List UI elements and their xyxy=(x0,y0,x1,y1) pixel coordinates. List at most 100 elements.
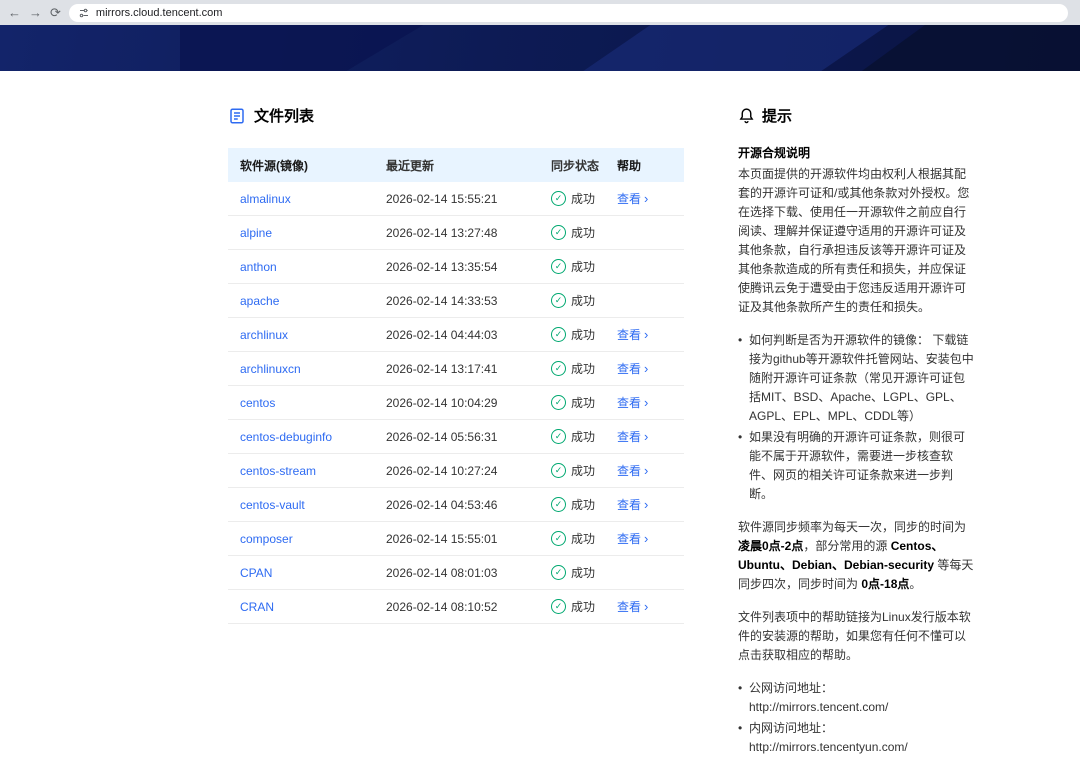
status-label: 成功 xyxy=(571,294,596,308)
chevron-right-icon: › xyxy=(644,191,649,206)
status-label: 成功 xyxy=(571,498,596,512)
tips-text: 。 xyxy=(909,577,922,591)
help-link-label: 查看 xyxy=(617,430,642,444)
table-row: composer 2026-02-14 15:55:01 ✓ 成功 查看 › xyxy=(228,522,684,556)
row-updated: 2026-02-14 15:55:21 xyxy=(386,191,498,206)
table-row: centos 2026-02-14 10:04:29 ✓ 成功 查看 › xyxy=(228,386,684,420)
help-link-label: 查看 xyxy=(617,532,642,546)
tune-icon[interactable] xyxy=(78,7,90,19)
table-row: archlinuxcn 2026-02-14 13:17:41 ✓ 成功 查看 › xyxy=(228,352,684,386)
help-link[interactable]: 查看 › xyxy=(617,496,648,513)
tips-heading: 开源合规说明 xyxy=(738,146,811,160)
forward-button[interactable]: → xyxy=(29,6,42,19)
tips-bullet: 如何判断是否为开源软件的镜像： 下载链接为github等开源软件托管网站、安装包… xyxy=(738,331,974,426)
chevron-right-icon: › xyxy=(644,531,649,546)
status-label: 成功 xyxy=(571,192,596,206)
tips-title-label: 提示 xyxy=(762,108,793,125)
success-icon: ✓ xyxy=(551,327,566,342)
row-updated: 2026-02-14 14:33:53 xyxy=(386,293,498,308)
column-header-status: 同步状态 xyxy=(551,158,600,173)
mirror-link[interactable]: alpine xyxy=(240,226,272,240)
chevron-right-icon: › xyxy=(644,327,649,342)
success-icon: ✓ xyxy=(551,293,566,308)
success-icon: ✓ xyxy=(551,259,566,274)
success-icon: ✓ xyxy=(551,225,566,240)
chevron-right-icon: › xyxy=(644,599,649,614)
mirror-link[interactable]: anthon xyxy=(240,260,277,274)
row-updated: 2026-02-14 15:55:01 xyxy=(386,531,498,546)
address-bar[interactable]: mirrors.cloud.tencent.com xyxy=(68,3,1068,22)
tips-section: 提示 开源合规说明 本页面提供的开源软件均由权利人根据其配套的开源许可证和/或其他… xyxy=(738,105,974,771)
table-row: anthon 2026-02-14 13:35:54 ✓ 成功 › xyxy=(228,250,684,284)
status-label: 成功 xyxy=(571,464,596,478)
chevron-right-icon: › xyxy=(644,429,649,444)
row-updated: 2026-02-14 04:44:03 xyxy=(386,327,498,342)
mirror-link[interactable]: apache xyxy=(240,294,279,308)
success-icon: ✓ xyxy=(551,191,566,206)
mirror-link[interactable]: centos-stream xyxy=(240,464,316,478)
mirror-link[interactable]: centos xyxy=(240,396,275,410)
tips-text: 凌晨0点-2点 xyxy=(738,539,804,553)
help-link[interactable]: 查看 › xyxy=(617,530,648,547)
success-icon: ✓ xyxy=(551,565,566,580)
status-label: 成功 xyxy=(571,226,596,240)
row-updated: 2026-02-14 08:10:52 xyxy=(386,599,498,614)
mirror-link[interactable]: CRAN xyxy=(240,600,274,614)
row-updated: 2026-02-14 13:27:48 xyxy=(386,225,498,240)
row-updated: 2026-02-14 13:17:41 xyxy=(386,361,498,376)
row-updated: 2026-02-14 04:53:46 xyxy=(386,497,498,512)
status-label: 成功 xyxy=(571,362,596,376)
tips-text: 文件列表项中的帮助链接为Linux发行版本软件的安装源的帮助，如果您有任何不懂可… xyxy=(738,610,971,662)
help-link[interactable]: 查看 › xyxy=(617,360,648,377)
reload-button[interactable]: ⟳ xyxy=(50,6,61,19)
mirror-link[interactable]: centos-debuginfo xyxy=(240,430,332,444)
tips-text: 软件源同步频率为每天一次，同步的时间为 xyxy=(738,520,967,534)
success-icon: ✓ xyxy=(551,429,566,444)
help-link[interactable]: 查看 › xyxy=(617,598,648,615)
mirror-link[interactable]: centos-vault xyxy=(240,498,305,512)
tips-bullet: 如果没有明确的开源许可证条款，则很可能不属于开源软件，需要进一步核查软件、网页的… xyxy=(738,428,974,504)
help-link-label: 查看 xyxy=(617,328,642,342)
success-icon: ✓ xyxy=(551,361,566,376)
success-icon: ✓ xyxy=(551,531,566,546)
tips-text: 0点-18点 xyxy=(861,577,910,591)
tips-text: 如何判断是否为开源软件的镜像： 下载链接为github等开源软件托管网站、安装包… xyxy=(749,333,974,423)
help-link-label: 查看 xyxy=(617,464,642,478)
tips-paragraph: 文件列表项中的帮助链接为Linux发行版本软件的安装源的帮助，如果您有任何不懂可… xyxy=(738,608,974,665)
tips-bullet: 公网访问地址： http://mirrors.tencent.com/ xyxy=(738,679,974,717)
file-list-title-label: 文件列表 xyxy=(254,108,315,125)
tips-bullet: 内网访问地址： http://mirrors.tencentyun.com/ xyxy=(738,719,974,757)
file-list-section: 文件列表 软件源(镜像) 最近更新 同步状态 帮助 almalinux 2026… xyxy=(228,105,684,771)
status-label: 成功 xyxy=(571,260,596,274)
mirror-link[interactable]: almalinux xyxy=(240,192,291,206)
tips-text: http://mirrors.tencent.com/ xyxy=(749,700,889,714)
chevron-right-icon: › xyxy=(644,361,649,376)
row-updated: 2026-02-14 05:56:31 xyxy=(386,429,498,444)
browser-chrome: ← → ⟳ mirrors.cloud.tencent.com xyxy=(0,0,1080,25)
mirror-link[interactable]: CPAN xyxy=(240,566,272,580)
mirror-table: 软件源(镜像) 最近更新 同步状态 帮助 almalinux 2026-02-1… xyxy=(228,148,684,624)
banner-decoration xyxy=(180,25,440,71)
status-label: 成功 xyxy=(571,566,596,580)
bell-icon xyxy=(738,107,755,124)
banner-decoration xyxy=(560,25,900,71)
mirror-link[interactable]: archlinux xyxy=(240,328,288,342)
back-button[interactable]: ← xyxy=(8,6,21,19)
row-updated: 2026-02-14 13:35:54 xyxy=(386,259,498,274)
status-label: 成功 xyxy=(571,430,596,444)
help-link[interactable]: 查看 › xyxy=(617,428,648,445)
status-label: 成功 xyxy=(571,532,596,546)
help-link[interactable]: 查看 › xyxy=(617,394,648,411)
chevron-right-icon: › xyxy=(644,497,649,512)
help-link[interactable]: 查看 › xyxy=(617,462,648,479)
tips-text: 公网访问地址： xyxy=(749,681,834,695)
help-link[interactable]: 查看 › xyxy=(617,326,648,343)
mirror-link[interactable]: composer xyxy=(240,532,293,546)
help-link[interactable]: 查看 › xyxy=(617,190,648,207)
tips-body: 开源合规说明 本页面提供的开源软件均由权利人根据其配套的开源许可证和/或其他条款对… xyxy=(738,144,974,757)
column-header-help: 帮助 xyxy=(617,158,642,173)
status-label: 成功 xyxy=(571,396,596,410)
help-link-label: 查看 xyxy=(617,192,642,206)
chevron-right-icon: › xyxy=(644,463,649,478)
mirror-link[interactable]: archlinuxcn xyxy=(240,362,301,376)
